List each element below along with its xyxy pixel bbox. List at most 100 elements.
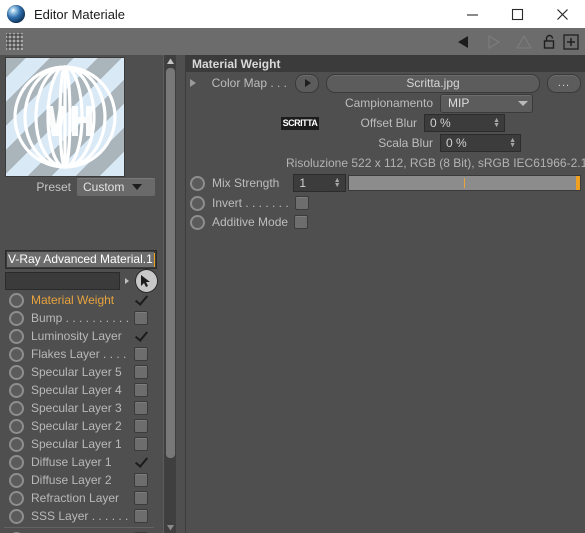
material-editor-window: Editor Materiale Preset Custom V-Ray Adv… xyxy=(0,0,585,533)
layer-checkbox[interactable] xyxy=(136,294,148,306)
scrollbar-thumb[interactable] xyxy=(166,68,175,458)
minimize-button[interactable] xyxy=(450,0,495,28)
stepper-icon[interactable]: ▲ ▼ xyxy=(509,137,516,149)
layer-radio-icon[interactable] xyxy=(9,436,24,452)
layer-label: Specular Layer 5 xyxy=(31,365,122,379)
layer-radio-icon[interactable] xyxy=(9,364,24,380)
search-row xyxy=(5,269,158,293)
color-map-arrow-button[interactable] xyxy=(295,73,319,93)
layer-item-diffuse-layer-1[interactable]: Diffuse Layer 1 xyxy=(0,453,158,471)
additive-mode-radio-icon[interactable] xyxy=(190,214,205,230)
layer-checkbox[interactable] xyxy=(136,330,148,342)
invert-checkbox[interactable] xyxy=(294,196,309,210)
offset-blur-row: SCRITTA Offset Blur 0 % ▲ ▼ xyxy=(190,113,581,133)
layer-checkbox[interactable] xyxy=(136,456,148,468)
layer-checkbox[interactable] xyxy=(134,365,148,379)
layer-radio-icon[interactable] xyxy=(9,454,24,470)
layer-radio-icon[interactable] xyxy=(9,400,24,416)
pick-cursor-icon[interactable] xyxy=(134,269,158,293)
layer-checkbox[interactable] xyxy=(134,437,148,451)
layer-radio-icon[interactable] xyxy=(9,328,24,344)
layer-label: Diffuse Layer 1 xyxy=(31,455,112,469)
layer-item-sss-layer[interactable]: SSS Layer . . . . . . xyxy=(0,507,158,525)
layer-item-specular-layer-5[interactable]: Specular Layer 5 xyxy=(0,363,158,381)
layer-item-specular-layer-2[interactable]: Specular Layer 2 xyxy=(0,417,158,435)
stepper-icon[interactable]: ▲ ▼ xyxy=(334,177,341,189)
search-input[interactable] xyxy=(5,272,121,290)
up-arrow-icon[interactable] xyxy=(511,30,537,54)
layer-label: Material Weight xyxy=(31,293,115,307)
texture-thumbnail-text: SCRITTA xyxy=(282,117,318,129)
layer-checkbox[interactable] xyxy=(134,311,148,325)
preset-dropdown[interactable]: Custom xyxy=(77,178,155,196)
mix-strength-input[interactable]: 1 ▲ ▼ xyxy=(293,174,346,192)
resolution-info: Risoluzione 522 x 112, RGB (8 Bit), sRGB… xyxy=(286,156,585,170)
layer-checkbox[interactable] xyxy=(134,473,148,487)
layer-label: Specular Layer 3 xyxy=(31,401,122,415)
layer-checkbox[interactable] xyxy=(134,383,148,397)
scala-blur-input[interactable]: 0 % ▲ ▼ xyxy=(440,134,521,152)
offset-blur-input[interactable]: 0 % ▲ ▼ xyxy=(424,114,505,132)
mix-strength-radio-icon[interactable] xyxy=(190,175,205,191)
layer-item-material-weight[interactable]: Material Weight xyxy=(0,291,158,309)
layer-radio-icon[interactable] xyxy=(9,508,24,524)
layer-label: Refraction Layer xyxy=(31,491,120,505)
sampling-dropdown[interactable]: MIP xyxy=(440,93,533,113)
layer-radio-icon[interactable] xyxy=(9,472,24,488)
layer-checkbox[interactable] xyxy=(134,509,148,523)
maximize-button[interactable] xyxy=(495,0,540,28)
invert-radio-icon[interactable] xyxy=(190,195,205,211)
layer-radio-icon[interactable] xyxy=(9,310,24,326)
layer-item-diffuse-layer-2[interactable]: Diffuse Layer 2 xyxy=(0,471,158,489)
search-dropdown-arrow-icon[interactable] xyxy=(120,272,134,290)
mix-strength-slider[interactable] xyxy=(347,175,581,191)
invert-label: Invert . . . . . . . xyxy=(212,196,289,210)
back-arrow-icon[interactable] xyxy=(455,30,481,54)
layer-item-flakes-layer[interactable]: Flakes Layer . . . . xyxy=(0,345,158,363)
layer-item-luminosity-layer[interactable]: Luminosity Layer xyxy=(0,327,158,345)
layer-radio-icon[interactable] xyxy=(9,418,24,434)
layer-list: Material Weight Bump . . . . . . . . . .… xyxy=(0,291,158,533)
layer-checkbox[interactable] xyxy=(134,347,148,361)
add-icon[interactable] xyxy=(561,30,581,54)
slider-handle[interactable] xyxy=(576,176,580,190)
layer-item-refraction-layer[interactable]: Refraction Layer xyxy=(0,489,158,507)
layer-item-specular-layer-4[interactable]: Specular Layer 4 xyxy=(0,381,158,399)
preset-row: Preset Custom xyxy=(0,177,155,197)
layer-checkbox[interactable] xyxy=(134,401,148,415)
texture-thumbnail[interactable]: SCRITTA xyxy=(281,116,319,130)
close-button[interactable] xyxy=(540,0,585,28)
drag-grip[interactable] xyxy=(6,33,23,50)
layer-item-specular-layer-3[interactable]: Specular Layer 3 xyxy=(0,399,158,417)
mix-strength-row: Mix Strength 1 ▲ ▼ xyxy=(190,173,581,193)
layer-item-specular-layer-1[interactable]: Specular Layer 1 xyxy=(0,435,158,453)
preset-value: Custom xyxy=(83,180,125,194)
scala-blur-row: Scala Blur 0 % ▲ ▼ xyxy=(190,133,581,153)
layer-radio-icon[interactable] xyxy=(9,490,24,506)
forward-arrow-icon[interactable] xyxy=(483,30,509,54)
additive-mode-checkbox[interactable] xyxy=(294,215,309,229)
layer-label: Specular Layer 4 xyxy=(31,383,122,397)
stepper-icon[interactable]: ▲ ▼ xyxy=(493,117,500,129)
layer-radio-icon[interactable] xyxy=(9,292,24,308)
resolution-info-row: Risoluzione 522 x 112, RGB (8 Bit), sRGB… xyxy=(190,153,585,173)
layer-checkbox[interactable] xyxy=(134,491,148,505)
layer-radio-icon[interactable] xyxy=(9,382,24,398)
material-name-input[interactable]: V-Ray Advanced Material.1 xyxy=(5,250,157,269)
mix-strength-value: 1 xyxy=(299,176,307,190)
lock-icon[interactable] xyxy=(539,30,559,54)
material-preview[interactable] xyxy=(5,57,125,177)
layer-label: Luminosity Layer xyxy=(31,329,122,343)
layer-checkbox[interactable] xyxy=(134,419,148,433)
expand-triangle-icon[interactable] xyxy=(190,79,196,87)
sampling-row: Campionamento MIP xyxy=(190,93,581,113)
material-sphere-icon xyxy=(7,5,25,23)
layer-radio-icon[interactable] xyxy=(9,346,24,362)
additive-mode-row: Additive Mode xyxy=(190,212,581,232)
left-panel-scrollbar[interactable] xyxy=(163,55,177,533)
additive-mode-label: Additive Mode xyxy=(212,215,289,229)
offset-blur-label: Offset Blur xyxy=(360,116,417,130)
layer-item-bump[interactable]: Bump . . . . . . . . . . xyxy=(0,309,158,327)
browse-button[interactable]: ... xyxy=(547,73,581,93)
texture-name-field[interactable]: Scritta.jpg xyxy=(326,73,540,93)
